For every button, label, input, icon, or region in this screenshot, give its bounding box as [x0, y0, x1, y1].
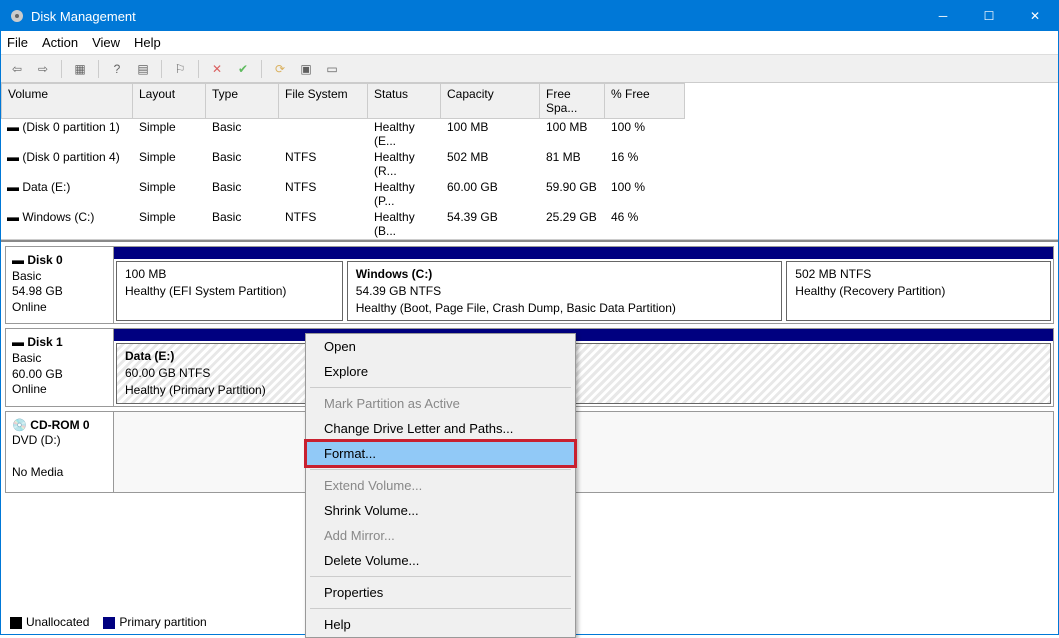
- partition-box[interactable]: 100 MBHealthy (EFI System Partition): [116, 261, 343, 321]
- volume-icon: ▬: [7, 210, 19, 224]
- grid-icon[interactable]: ▦: [70, 59, 90, 79]
- close-button[interactable]: ✕: [1012, 1, 1058, 31]
- context-menu: OpenExplore Mark Partition as ActiveChang…: [305, 333, 576, 638]
- volumes-table: Volume Layout Type File System Status Ca…: [1, 83, 1058, 240]
- partition-box[interactable]: Data (E:)60.00 GB NTFSHealthy (Primary P…: [116, 343, 1051, 403]
- disk-row: ▬ Disk 0Basic54.98 GBOnline100 MBHealthy…: [5, 246, 1054, 324]
- legend-primary: Primary partition: [119, 615, 206, 629]
- volume-icon: ▬: [7, 180, 19, 194]
- table-row[interactable]: ▬ Windows (C:)SimpleBasicNTFSHealthy (B.…: [1, 209, 1058, 239]
- menu-item-mark-partition-as-active: Mark Partition as Active: [306, 391, 575, 416]
- col-volume[interactable]: Volume: [1, 83, 133, 119]
- menu-item-delete-volume[interactable]: Delete Volume...: [306, 548, 575, 573]
- menu-file[interactable]: File: [7, 35, 28, 50]
- check-icon[interactable]: ✔: [233, 59, 253, 79]
- volume-icon: ▬: [7, 150, 19, 164]
- delete-icon[interactable]: ✕: [207, 59, 227, 79]
- legend: Unallocated Primary partition: [10, 615, 207, 629]
- menu-item-help[interactable]: Help: [306, 612, 575, 637]
- menu-view[interactable]: View: [92, 35, 120, 50]
- menu-item-add-mirror: Add Mirror...: [306, 523, 575, 548]
- disk-info[interactable]: ▬ Disk 1Basic60.00 GBOnline: [6, 329, 114, 405]
- col-capacity[interactable]: Capacity: [441, 83, 540, 119]
- menu-item-format[interactable]: Format...: [306, 441, 575, 466]
- props-icon[interactable]: ▣: [296, 59, 316, 79]
- menu-action[interactable]: Action: [42, 35, 78, 50]
- menu-item-open[interactable]: Open: [306, 334, 575, 359]
- menu-item-explore[interactable]: Explore: [306, 359, 575, 384]
- maximize-button[interactable]: ☐: [966, 1, 1012, 31]
- menu-item-shrink-volume[interactable]: Shrink Volume...: [306, 498, 575, 523]
- menu-item-properties[interactable]: Properties: [306, 580, 575, 605]
- table-row[interactable]: ▬ (Disk 0 partition 4)SimpleBasicNTFSHea…: [1, 149, 1058, 179]
- titlebar[interactable]: Disk Management ─ ☐ ✕: [1, 1, 1058, 31]
- more-icon[interactable]: ▭: [322, 59, 342, 79]
- forward-icon[interactable]: ⇨: [33, 59, 53, 79]
- disk-info[interactable]: ▬ Disk 0Basic54.98 GBOnline: [6, 247, 114, 323]
- minimize-button[interactable]: ─: [920, 1, 966, 31]
- menu-item-extend-volume: Extend Volume...: [306, 473, 575, 498]
- flag-icon[interactable]: ⚐: [170, 59, 190, 79]
- app-icon: [9, 8, 25, 24]
- back-icon[interactable]: ⇦: [7, 59, 27, 79]
- legend-unallocated: Unallocated: [26, 615, 89, 629]
- window-controls: ─ ☐ ✕: [920, 1, 1058, 31]
- partition-box[interactable]: Windows (C:)54.39 GB NTFSHealthy (Boot, …: [347, 261, 783, 321]
- col-type[interactable]: Type: [206, 83, 279, 119]
- menu-help[interactable]: Help: [134, 35, 161, 50]
- menubar: File Action View Help: [1, 31, 1058, 55]
- col-pctfree[interactable]: % Free: [605, 83, 685, 119]
- table-row[interactable]: ▬ Data (E:)SimpleBasicNTFSHealthy (P...6…: [1, 179, 1058, 209]
- table-row[interactable]: ▬ (Disk 0 partition 1)SimpleBasicHealthy…: [1, 119, 1058, 149]
- volume-icon: ▬: [7, 120, 19, 134]
- list-icon[interactable]: ▤: [133, 59, 153, 79]
- col-layout[interactable]: Layout: [133, 83, 206, 119]
- col-free[interactable]: Free Spa...: [540, 83, 605, 119]
- disk-info[interactable]: 💿 CD-ROM 0DVD (D:)No Media: [6, 412, 114, 492]
- refresh-icon[interactable]: ⟳: [270, 59, 290, 79]
- partition-box[interactable]: 502 MB NTFSHealthy (Recovery Partition): [786, 261, 1051, 321]
- col-status[interactable]: Status: [368, 83, 441, 119]
- toolbar: ⇦ ⇨ ▦ ? ▤ ⚐ ✕ ✔ ⟳ ▣ ▭: [1, 55, 1058, 83]
- help-icon[interactable]: ?: [107, 59, 127, 79]
- table-header[interactable]: Volume Layout Type File System Status Ca…: [1, 83, 1058, 119]
- window-title: Disk Management: [31, 9, 920, 24]
- menu-item-change-drive-letter-and-paths[interactable]: Change Drive Letter and Paths...: [306, 416, 575, 441]
- col-filesystem[interactable]: File System: [279, 83, 368, 119]
